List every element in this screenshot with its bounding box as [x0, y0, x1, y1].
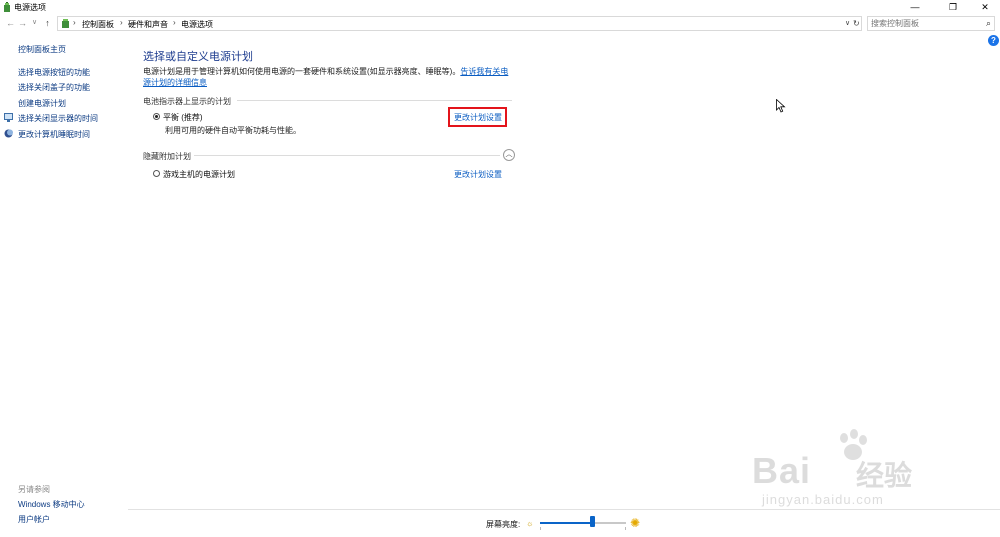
brightness-label: 屏幕亮度:: [486, 520, 521, 529]
breadcrumb-separator: ›: [173, 18, 176, 27]
see-also-mobility-center-link[interactable]: Windows 移动中心: [18, 499, 85, 510]
address-bar[interactable]: › 控制面板 › 硬件和声音 › 电源选项 ∨ ↻: [57, 16, 862, 31]
left-nav-pane: 控制面板主页 选择电源按钮的功能 选择关闭盖子的功能 创建电源计划 选择关闭显示…: [0, 32, 128, 537]
minimize-button[interactable]: —: [900, 0, 930, 14]
close-button[interactable]: ✕: [970, 0, 1000, 14]
control-panel-home-link[interactable]: 控制面板主页: [18, 44, 66, 55]
page-description: 电源计划是用于管理计算机如何使用电源的一套硬件和系统设置(如显示器亮度、睡眠等)…: [143, 66, 513, 88]
maximize-button[interactable]: ❐: [938, 0, 968, 14]
power-options-app-icon: [4, 2, 10, 12]
brightness-slider-track[interactable]: [540, 522, 626, 524]
plan-balanced-change-settings-link[interactable]: 更改计划设置: [454, 112, 502, 123]
forward-arrow-icon[interactable]: →: [17, 17, 28, 29]
sidebar-item-display-off[interactable]: 选择关闭显示器的时间: [18, 113, 98, 124]
plan-game-radio[interactable]: [153, 170, 160, 177]
brightness-slider-thumb[interactable]: [589, 516, 595, 527]
collapse-chevron-icon[interactable]: ︿: [503, 149, 515, 161]
group-heading-shown-plans: 电池指示器上显示的计划: [143, 97, 231, 106]
breadcrumb-separator: ›: [120, 18, 123, 27]
title-bar: 电源选项 — ❐ ✕: [0, 0, 1000, 14]
brightness-slider-fill: [540, 522, 592, 524]
control-panel-icon: [62, 19, 69, 28]
sidebar-item-lid-close[interactable]: 选择关闭盖子的功能: [18, 82, 90, 93]
page-title: 选择或自定义电源计划: [143, 51, 253, 63]
bright-sun-icon: ✺: [630, 516, 641, 530]
refresh-icon[interactable]: ↻: [853, 19, 860, 28]
address-dropdown-chevron-icon[interactable]: ∨: [845, 19, 850, 27]
breadcrumb-control-panel[interactable]: 控制面板: [82, 19, 114, 30]
power-options-window: 电源选项 — ❐ ✕ ← → ∨ ↑ › 控制面板 › 硬件和声音 › 电源选项…: [0, 0, 1000, 537]
up-arrow-icon[interactable]: ↑: [42, 17, 53, 29]
back-arrow-icon[interactable]: ←: [5, 17, 16, 29]
group-divider: [237, 100, 512, 101]
plan-game-name[interactable]: 游戏主机的电源计划: [163, 169, 235, 180]
search-box[interactable]: ⌕: [867, 16, 995, 31]
recent-locations-chevron-icon[interactable]: ∨: [29, 17, 40, 29]
plan-game-change-settings-link[interactable]: 更改计划设置: [454, 169, 502, 180]
watermark-url: jingyan.baidu.com: [762, 492, 884, 507]
sidebar-item-create-plan[interactable]: 创建电源计划: [18, 98, 66, 109]
group-heading-hidden-plans: 隐藏附加计划: [143, 152, 191, 161]
breadcrumb-hardware-sound[interactable]: 硬件和声音: [128, 19, 168, 30]
display-icon: [4, 113, 13, 122]
mouse-pointer-icon: [776, 99, 786, 113]
search-icon[interactable]: ⌕: [986, 18, 991, 29]
watermark-brand: Bai: [752, 450, 812, 491]
plan-balanced-radio[interactable]: [153, 113, 160, 120]
baidu-jingyan-watermark: Bai 经验 jingyan.baidu.com: [752, 428, 952, 518]
breadcrumb-separator: ›: [73, 18, 76, 27]
plan-balanced-name[interactable]: 平衡 (推荐): [163, 112, 203, 123]
breadcrumb-power-options[interactable]: 电源选项: [181, 19, 213, 30]
sidebar-item-sleep-time[interactable]: 更改计算机睡眠时间: [18, 129, 90, 140]
moon-icon: [4, 129, 13, 138]
sidebar-item-power-button[interactable]: 选择电源按钮的功能: [18, 67, 90, 78]
watermark-brand-cn: 经验: [856, 460, 913, 491]
see-also-heading: 另请参阅: [18, 485, 50, 494]
plan-balanced-description: 利用可用的硬件自动平衡功耗与性能。: [165, 126, 301, 135]
see-also-user-accounts-link[interactable]: 用户帐户: [18, 514, 50, 525]
search-input[interactable]: [871, 18, 981, 29]
window-title: 电源选项: [14, 3, 46, 12]
navigation-bar: ← → ∨ ↑ › 控制面板 › 硬件和声音 › 电源选项 ∨ ↻ ⌕: [0, 15, 1000, 32]
brightness-slider-ticks: [540, 527, 626, 530]
description-text: 电源计划是用于管理计算机如何使用电源的一套硬件和系统设置(如显示器亮度、睡眠等)…: [143, 67, 461, 76]
dim-sun-icon: ☼: [526, 519, 534, 528]
group-divider: [194, 155, 500, 156]
